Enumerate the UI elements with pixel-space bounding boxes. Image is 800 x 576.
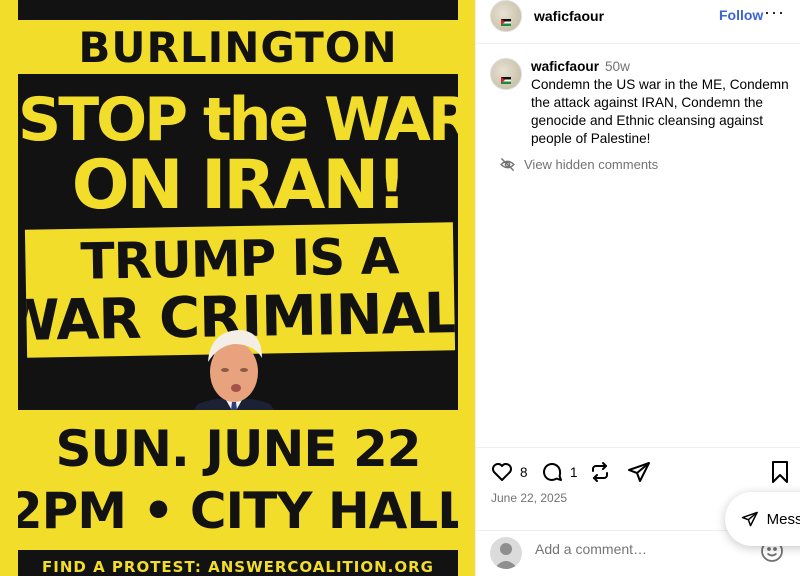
heart-icon <box>492 463 512 481</box>
comment-icon <box>543 463 562 481</box>
post-date[interactable]: June 22, 2025 <box>491 491 567 505</box>
messages-button[interactable]: Messages <box>725 492 800 546</box>
post-actions-bar: 8 1 <box>476 447 800 495</box>
send-icon <box>741 511 758 527</box>
poster-location: 2PM • CITY HALL <box>18 482 458 540</box>
follow-button[interactable]: Follow <box>719 7 763 23</box>
author-avatar[interactable] <box>490 0 522 32</box>
comment-count: 1 <box>570 464 578 480</box>
send-icon <box>628 462 650 482</box>
comment-text: Condemn the US war in the ME, Condemn th… <box>531 77 789 146</box>
post-header: waficfaour Follow ··· <box>476 0 800 44</box>
comment-author-avatar[interactable] <box>490 58 522 90</box>
comment-button[interactable]: 1 <box>540 460 578 484</box>
share-button[interactable] <box>627 460 651 484</box>
poster-headline-1: STOP the WAR <box>18 85 474 155</box>
comment-body: waficfaour 50w Condemn the US war in the … <box>531 58 800 148</box>
comment-age: 50w <box>604 59 630 74</box>
messages-label: Messages <box>766 510 800 528</box>
current-user-avatar <box>490 537 522 569</box>
view-hidden-comments-label: View hidden comments <box>524 157 659 172</box>
poster-headline-2: ON IRAN! <box>71 146 408 225</box>
post-image[interactable]: BURLINGTON STOP the WAR ON IRAN! TRUMP I… <box>0 0 475 576</box>
flag-icon <box>501 77 511 84</box>
user-icon <box>494 543 518 569</box>
repost-button[interactable] <box>588 460 612 484</box>
like-button[interactable]: 8 <box>490 460 528 484</box>
poster-city: BURLINGTON <box>78 22 398 72</box>
like-count: 8 <box>520 464 528 480</box>
comment-username[interactable]: waficfaour <box>531 59 599 74</box>
save-button[interactable] <box>769 460 791 484</box>
poster-footer: FIND A PROTEST: ANSWERCOALITION.ORG <box>42 558 434 576</box>
post-details-panel: waficfaour Follow ··· waficfaour 50w Cond… <box>475 0 800 576</box>
poster-date: SUN. JUNE 22 <box>55 420 421 478</box>
poster-city-banner: BURLINGTON <box>18 20 458 74</box>
poster-event-banner: SUN. JUNE 22 2PM • CITY HALL <box>18 410 458 550</box>
more-options-icon[interactable]: ··· <box>764 2 785 23</box>
poster-slogan-1: TRUMP IS A <box>80 227 399 291</box>
flag-icon <box>501 19 511 26</box>
repost-icon <box>592 462 608 482</box>
bookmark-icon <box>772 461 788 483</box>
view-hidden-comments-link[interactable]: View hidden comments <box>499 156 658 173</box>
portrait-photo <box>188 330 280 418</box>
add-comment-input[interactable] <box>535 541 716 557</box>
eye-off-icon <box>500 158 515 171</box>
author-username[interactable]: waficfaour <box>534 8 604 24</box>
